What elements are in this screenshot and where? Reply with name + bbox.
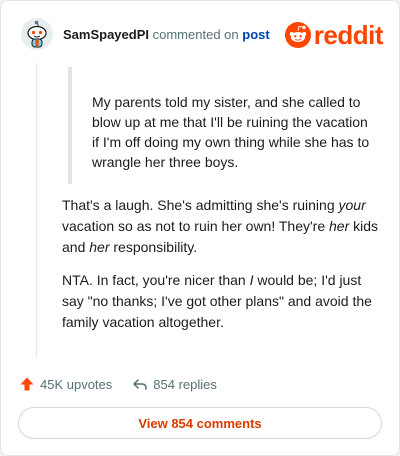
avatar[interactable]: [21, 18, 53, 50]
blockquote: My parents told my sister, and she calle…: [68, 67, 369, 184]
comment-header: SamSpayedPI commented on post reddit: [21, 18, 384, 52]
view-comments-button[interactable]: View 854 comments: [18, 407, 382, 439]
comment-footer: 45K upvotes 854 replies: [19, 373, 217, 395]
comment-card: SamSpayedPI commented on post reddit My …: [0, 0, 400, 456]
snoo-icon: [284, 22, 311, 48]
quote-text: My parents told my sister, and she calle…: [92, 94, 370, 170]
comment-paragraph-1: That's a laugh. She's admitting she's ru…: [62, 197, 379, 255]
thread-line: [36, 63, 37, 358]
reply-count: 854 replies: [153, 376, 217, 392]
post-link[interactable]: post: [242, 27, 269, 42]
reddit-logo[interactable]: reddit: [284, 20, 384, 50]
reply-arrow-icon: [133, 379, 148, 390]
comment-paragraph-2: NTA. In fact, you're nicer than I would …: [62, 272, 372, 330]
comment-meta: SamSpayedPI commented on post: [63, 27, 270, 42]
replies-button[interactable]: 854 replies: [132, 376, 217, 392]
upvote-button[interactable]: 45K upvotes: [19, 376, 112, 392]
action-text: commented on: [152, 27, 239, 42]
username[interactable]: SamSpayedPI: [63, 27, 149, 42]
upvote-arrow-icon: [20, 377, 34, 391]
upvote-count: 45K upvotes: [40, 376, 113, 392]
brand-wordmark: reddit: [313, 20, 384, 50]
